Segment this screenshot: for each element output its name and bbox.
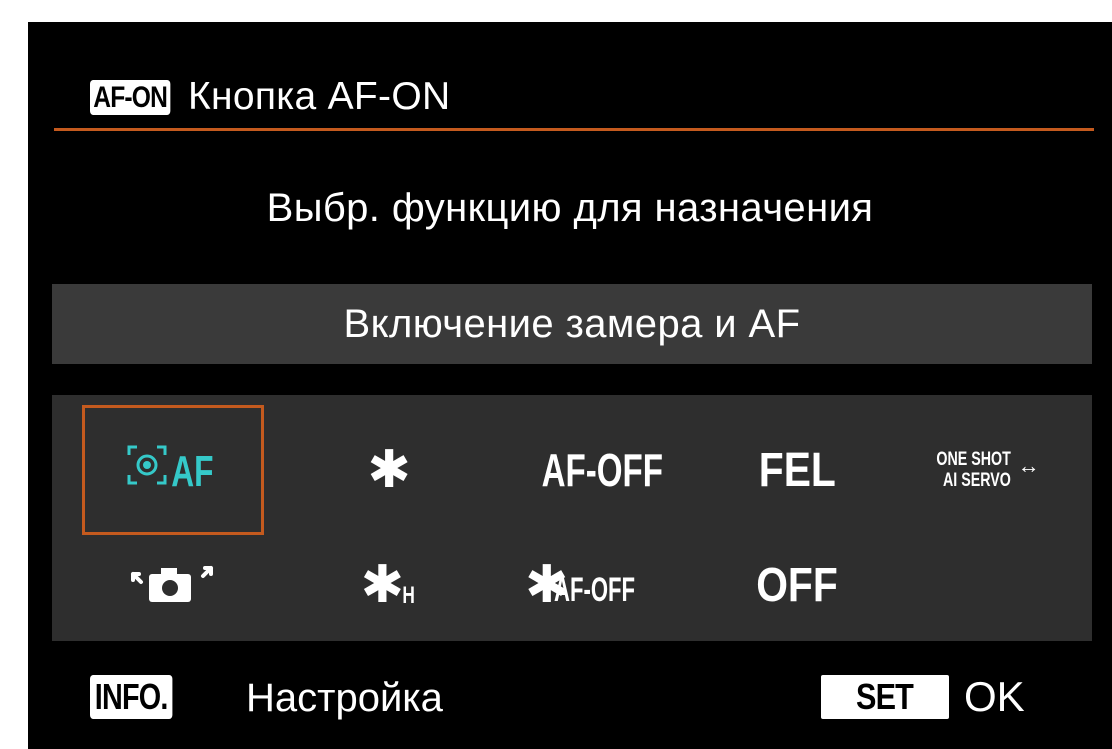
info-button-badge[interactable]: INFO. (90, 675, 173, 719)
oneshot-aiservo-label: ONE SHOT AI SERVO (937, 449, 1011, 491)
option-camera-rotate[interactable] (82, 530, 262, 640)
selected-function-bar: Включение замера и AF (52, 284, 1092, 364)
metering-af-icon: AF (125, 443, 222, 497)
footer-bar: INFO. Настройка SET OK (28, 667, 1112, 731)
ae-lock-icon: ✱ (367, 441, 411, 499)
set-button-badge[interactable]: SET (821, 675, 949, 719)
option-fel[interactable]: FEL (707, 405, 887, 535)
option-ae-lock[interactable]: ✱ (299, 405, 479, 535)
camera-menu-screen: AF-ON Кнопка AF-ON Выбр. функцию для наз… (28, 22, 1112, 749)
selected-function-label: Включение замера и AF (343, 301, 801, 346)
option-ae-lock-hold[interactable]: ✱ H (299, 530, 479, 640)
hold-subscript: H (402, 582, 416, 609)
swap-arrow-icon: ↔ (1017, 453, 1040, 478)
option-metering-af[interactable]: AF (82, 405, 264, 535)
option-off[interactable]: OFF (707, 530, 887, 640)
option-oneshot-aiservo[interactable]: ONE SHOT AI SERVO ↔ (882, 405, 1082, 535)
ae-lock-hold-icon: ✱ H (360, 556, 418, 614)
option-ae-lock-af-off[interactable]: ✱ AF-OFF (492, 530, 712, 640)
option-af-off[interactable]: AF-OFF (502, 405, 702, 535)
option-af-off-label: AF-OFF (541, 444, 663, 496)
header-divider (54, 128, 1094, 131)
camera-exchange-icon (131, 566, 213, 602)
ok-label: OK (964, 673, 1025, 720)
menu-header: AF-ON Кнопка AF-ON (90, 68, 450, 126)
instruction-text: Выбр. функцию для назначения (266, 186, 874, 230)
oneshot-line: ONE SHOT (936, 449, 1012, 470)
aiservo-line: AI SERVO (943, 470, 1012, 491)
af-on-button-badge: AF-ON (90, 79, 171, 115)
option-fel-label: FEL (758, 443, 836, 497)
set-badge-text: SET (856, 676, 915, 717)
option-off-label: OFF (756, 558, 838, 612)
function-grid: AF ✱ AF-OFF FEL ONE SHOT AI SERVO ↔ ✱ H … (52, 395, 1092, 641)
af-off-subscript: AF-OFF (554, 571, 636, 609)
page-title: Кнопка AF-ON (187, 75, 451, 118)
option-metering-af-label: AF (170, 447, 214, 496)
ae-lock-af-off-icon: ✱ AF-OFF (525, 559, 679, 611)
settings-label: Настройка (246, 676, 443, 720)
ae-lock-star: ✱ (360, 556, 405, 614)
